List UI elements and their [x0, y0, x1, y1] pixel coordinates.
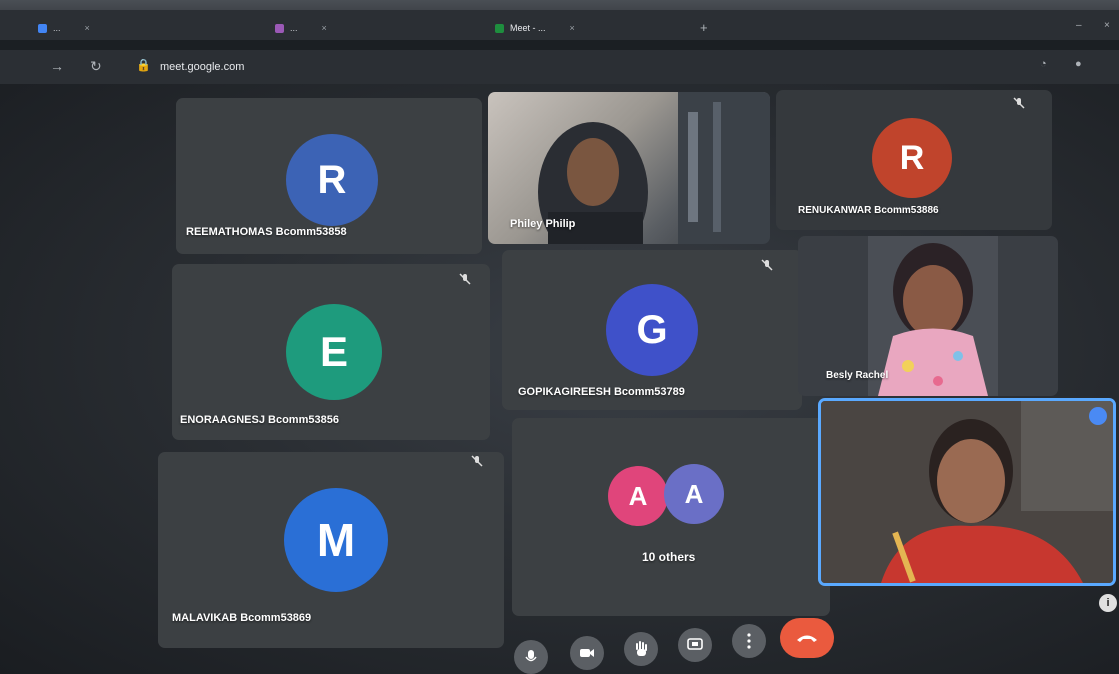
more-options-button[interactable] [732, 624, 766, 658]
more-vert-icon [747, 633, 751, 649]
end-call-button[interactable] [780, 618, 834, 658]
avatar: R [286, 134, 378, 226]
camera-icon [580, 649, 594, 657]
phone-hangup-icon [797, 635, 817, 642]
mic-off-icon [459, 273, 471, 285]
lock-icon[interactable]: 🔒 [136, 58, 151, 72]
self-video-tile[interactable] [818, 398, 1116, 586]
mic-icon [525, 650, 537, 662]
camera-button[interactable] [570, 636, 604, 670]
present-screen-icon [687, 638, 703, 650]
minimize-button[interactable]: – [1076, 20, 1082, 31]
others-count-label: 10 others [642, 550, 696, 564]
others-tile[interactable]: A A 10 others [512, 418, 830, 616]
url-field[interactable]: meet.google.com [160, 57, 980, 77]
camera-feed-icon [821, 401, 1113, 583]
participant-name: RENUKANWAR Bcomm53886 [798, 205, 939, 216]
avatar: R [872, 118, 952, 198]
tab-favicon-icon [38, 23, 47, 33]
participant-video-tile[interactable]: Philey Philip [488, 92, 770, 244]
avatar: A [664, 464, 724, 524]
raise-hand-button[interactable] [624, 632, 658, 666]
tab-close-icon[interactable]: × [322, 23, 327, 33]
participant-name: Philey Philip [510, 218, 576, 230]
present-button[interactable] [678, 628, 712, 662]
hand-icon [636, 641, 647, 656]
close-window-button[interactable]: × [1104, 20, 1110, 31]
mic-off-icon [471, 455, 483, 467]
mic-off-icon [1013, 97, 1025, 109]
participant-name: Besly Rachel [826, 370, 889, 381]
participant-name: ENORAAGNESJ Bcomm53856 [180, 414, 339, 426]
participant-video-tile[interactable]: Besly Rachel [798, 236, 1058, 396]
new-tab-button[interactable]: + [700, 20, 708, 35]
extension-icon[interactable]: ◔ [1040, 58, 1047, 70]
participant-tile[interactable]: R REEMATHOMAS Bcomm53858 [176, 98, 482, 254]
tab-close-icon[interactable]: × [85, 23, 90, 33]
browser-tab-1[interactable]: ... × [38, 18, 90, 38]
participant-tile[interactable]: R RENUKANWAR Bcomm53886 [776, 90, 1052, 230]
meet-favicon-icon [495, 23, 504, 33]
reload-icon[interactable]: ↻ [90, 58, 102, 75]
avatar: G [606, 284, 698, 376]
participant-name: GOPIKAGIREESH Bcomm53789 [518, 386, 685, 398]
participant-name: REEMATHOMAS Bcomm53858 [186, 226, 347, 238]
avatar: A [608, 466, 668, 526]
tab-close-icon[interactable]: × [570, 23, 575, 33]
speaking-indicator-icon [1089, 407, 1107, 425]
avatar: M [284, 488, 388, 592]
avatar: E [286, 304, 382, 400]
participant-tile[interactable]: M MALAVIKAB Bcomm53869 [158, 452, 504, 648]
mic-button[interactable] [514, 640, 548, 674]
participant-tile[interactable]: G GOPIKAGIREESH Bcomm53789 [502, 250, 802, 410]
browser-tab-2[interactable]: ... × [275, 18, 327, 38]
participant-tile[interactable]: E ENORAAGNESJ Bcomm53856 [172, 264, 490, 440]
mic-off-icon [761, 259, 773, 271]
participant-name: MALAVIKAB Bcomm53869 [172, 612, 312, 624]
forward-icon[interactable]: → [50, 58, 64, 74]
info-icon[interactable]: i [1099, 594, 1117, 612]
browser-tab-meet[interactable]: Meet - ... × [495, 18, 575, 38]
tab-favicon-icon [275, 23, 284, 33]
profile-icon[interactable]: ● [1075, 58, 1082, 70]
